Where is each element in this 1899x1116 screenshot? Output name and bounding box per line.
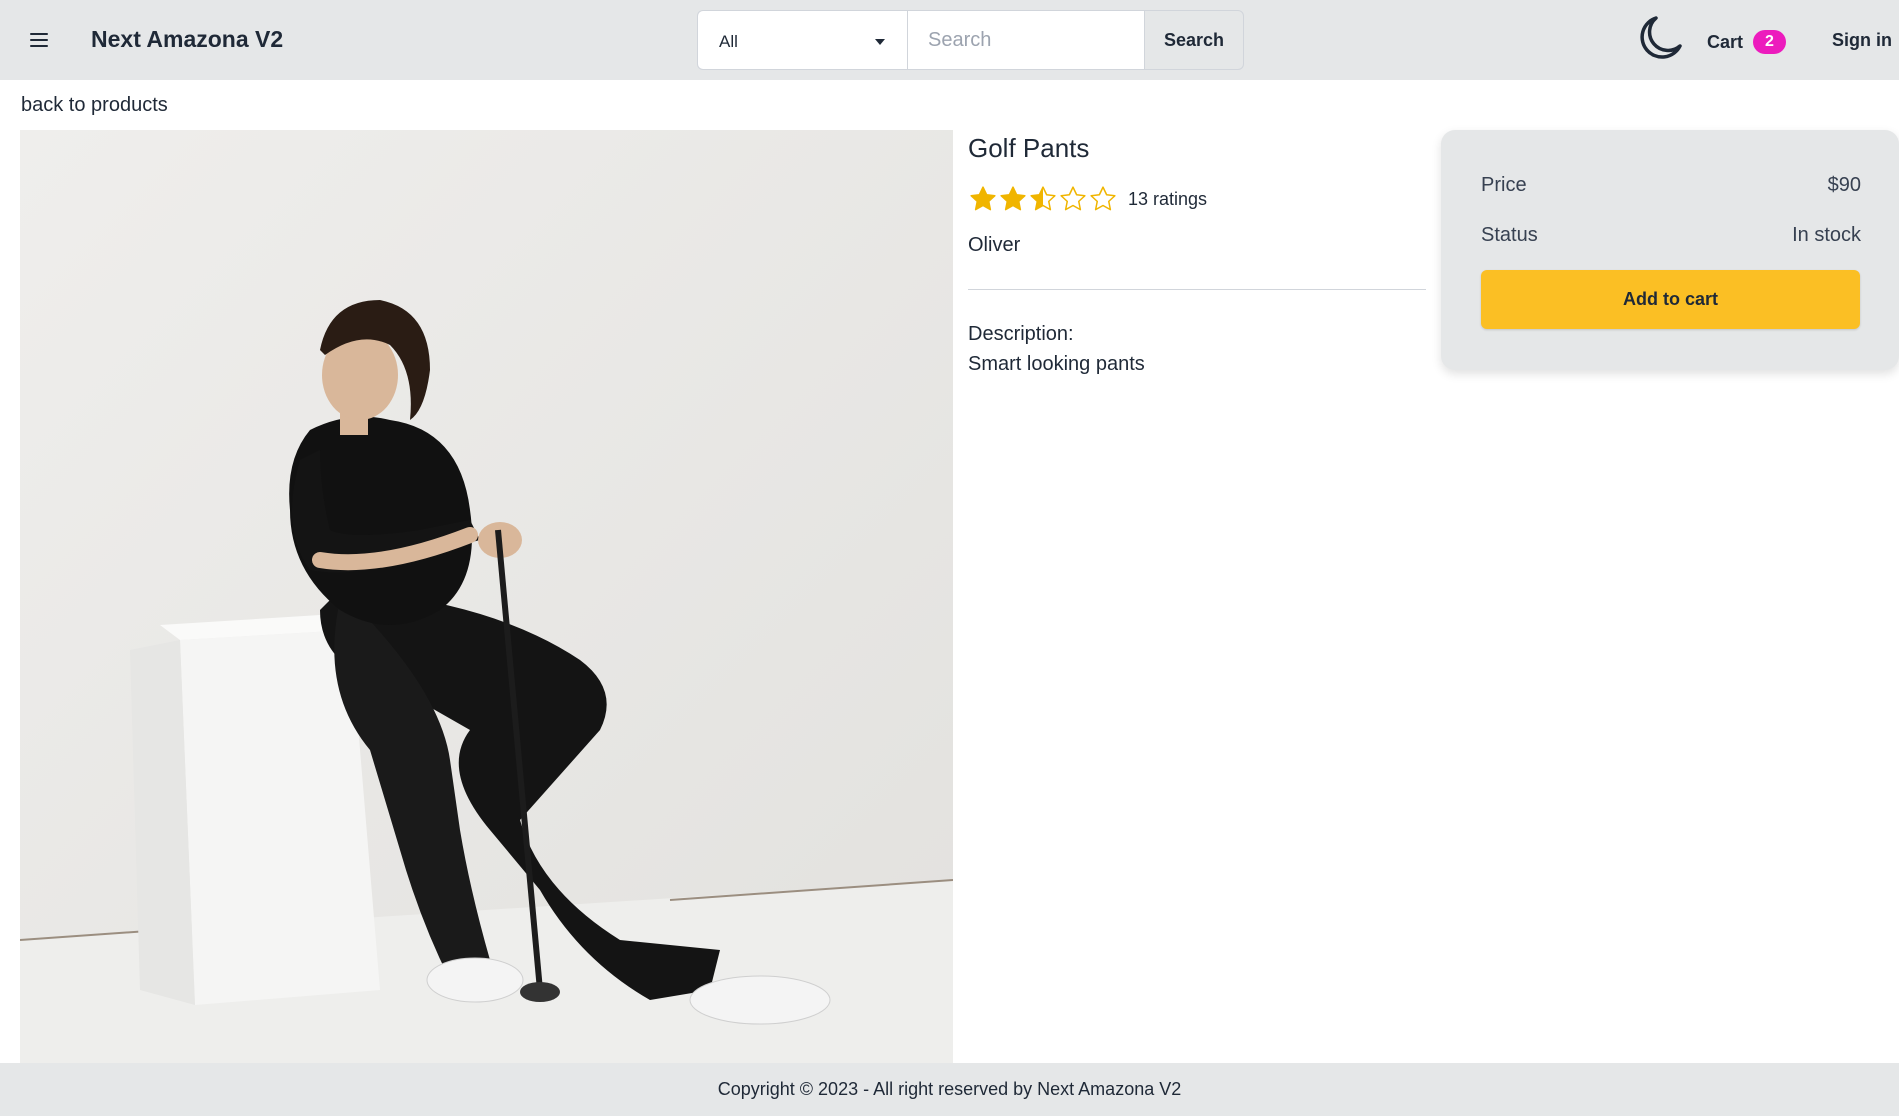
product-title: Golf Pants [968,133,1090,163]
moon-icon[interactable] [1636,12,1686,62]
stock-status: In stock [1792,224,1861,246]
product-description: Smart looking pants [968,353,1145,375]
category-selected-value: All [719,32,738,51]
star-empty-icon [1090,186,1116,211]
price-row: Price $90 [1481,174,1861,197]
product-image [20,130,953,1063]
cart-count-badge: 2 [1753,30,1786,54]
price-value: $90 [1827,174,1861,196]
sign-in-link[interactable]: Sign in [1832,30,1892,51]
star-half-icon [1030,186,1056,211]
cart-link[interactable]: Cart 2 [1707,30,1786,54]
search-bar: All Search [697,10,1244,70]
add-to-cart-button[interactable]: Add to cart [1481,270,1860,329]
divider [968,289,1426,290]
rating-stars [968,184,1118,214]
price-label: Price [1481,174,1527,196]
back-to-products-link[interactable]: back to products [21,94,168,117]
product-rating: 13 ratings [968,184,1207,214]
footer: Copyright © 2023 - All right reserved by… [0,1063,1899,1116]
copyright-text: Copyright © 2023 - All right reserved by… [717,1079,1182,1099]
star-full-icon [970,186,996,211]
description-label: Description: [968,323,1074,345]
top-navbar: Next Amazona V2 All Search Cart 2 Sign i… [0,0,1899,80]
brand-logo-link[interactable]: Next Amazona V2 [91,26,283,53]
cart-label: Cart [1707,31,1744,52]
search-button[interactable]: Search [1145,10,1244,70]
ratings-count: 13 ratings [1128,188,1208,209]
star-full-icon [1000,186,1026,211]
product-brand: Oliver [968,234,1021,256]
purchase-card: Price $90 Status In stock Add to cart [1441,130,1899,370]
status-row: Status In stock [1481,224,1861,247]
category-select[interactable]: All [697,10,907,70]
hamburger-menu-icon[interactable] [26,27,54,53]
product-photo [20,130,953,1063]
chevron-down-icon [875,39,885,45]
search-input[interactable] [907,10,1145,70]
status-label: Status [1481,224,1538,246]
star-empty-icon [1060,186,1086,211]
